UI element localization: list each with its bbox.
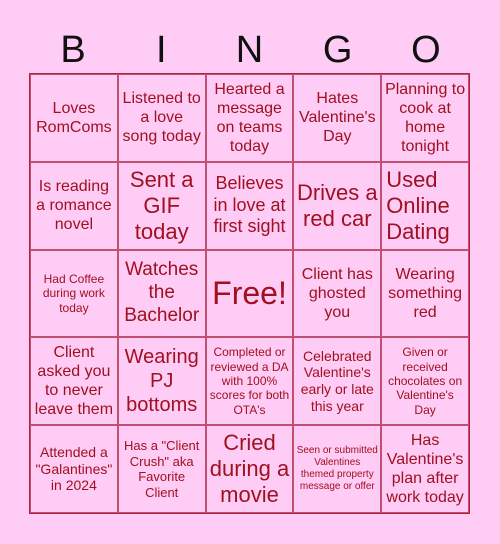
bingo-cell[interactable]: Watches the Bachelor (117, 249, 206, 338)
bingo-cell[interactable]: Used Online Dating (381, 161, 469, 250)
bingo-board: Loves RomComs Listened to a love song to… (29, 73, 470, 514)
bingo-cell[interactable]: Seen or submitted Valentines themed prop… (293, 425, 382, 513)
bingo-cell[interactable]: Celebrated Valentine's early or late thi… (293, 337, 382, 426)
header-letter-b: B (60, 29, 86, 71)
bingo-cell[interactable]: Hates Valentine's Day (293, 74, 382, 162)
bingo-cell[interactable]: Sent a GIF today (117, 161, 206, 250)
bingo-cell[interactable]: Client asked you to never leave them (30, 337, 118, 426)
bingo-cell[interactable]: Wearing PJ bottoms (117, 337, 206, 426)
header-letter-g: G (322, 29, 353, 71)
bingo-cell[interactable]: Attended a "Galantines" in 2024 (30, 425, 118, 513)
free-space-cell[interactable]: Free! (205, 249, 294, 338)
bingo-cell[interactable]: Given or received chocolates on Valentin… (381, 337, 469, 426)
bingo-header: B I N G O (29, 28, 470, 73)
header-letter-o: O (411, 29, 441, 71)
bingo-cell[interactable]: Is reading a romance novel (30, 161, 118, 250)
bingo-cell[interactable]: Drives a red car (293, 161, 382, 250)
header-letter-i: I (156, 29, 167, 71)
bingo-cell[interactable]: Completed or reviewed a DA with 100% sco… (205, 337, 294, 426)
bingo-cell[interactable]: Believes in love at first sight (205, 161, 294, 250)
bingo-cell[interactable]: Wearing something red (381, 249, 469, 338)
bingo-cell[interactable]: Listened to a love song today (117, 74, 206, 162)
bingo-cell[interactable]: Cried during a movie (205, 425, 294, 513)
bingo-cell[interactable]: Has Valentine's plan after work today (381, 425, 469, 513)
bingo-cell[interactable]: Has a "Client Crush" aka Favorite Client (117, 425, 206, 513)
bingo-cell[interactable]: Hearted a message on teams today (205, 74, 294, 162)
bingo-cell[interactable]: Loves RomComs (30, 74, 118, 162)
bingo-cell[interactable]: Planning to cook at home tonight (381, 74, 469, 162)
bingo-cell[interactable]: Client has ghosted you (293, 249, 382, 338)
bingo-cell[interactable]: Had Coffee during work today (30, 249, 118, 338)
header-letter-n: N (235, 29, 264, 71)
